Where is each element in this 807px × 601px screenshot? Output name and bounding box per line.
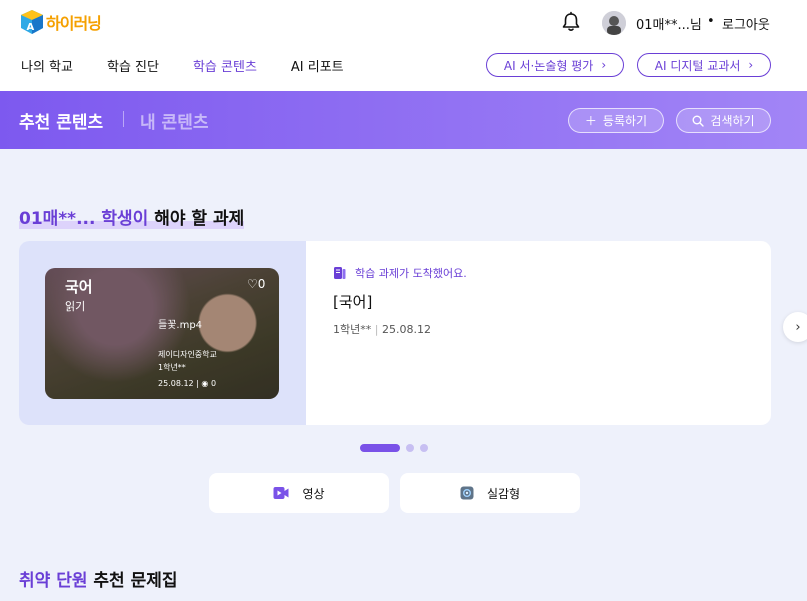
search-label: 검색하기 (710, 114, 755, 128)
video-type-label: 영상 (302, 486, 325, 501)
nav-diagnosis[interactable]: 학습 진단 (107, 56, 159, 75)
thumb-subtopic: 읽기 (65, 300, 86, 313)
search-icon (692, 115, 705, 127)
logo-icon: A (21, 10, 43, 34)
divider (123, 111, 124, 127)
task-meta: 1학년** | 25.08.12 (333, 323, 431, 336)
task-title[interactable]: [국어] (333, 291, 372, 312)
nav-contents[interactable]: 학습 콘텐츠 (193, 56, 257, 75)
weak-unit-highlight: 취약 단원 (19, 571, 88, 591)
eye-icon: ◉ (201, 379, 209, 388)
like-count: 0 (257, 277, 266, 291)
assignment-section-title: 01매**... 학생이 해야 할 과제 (19, 204, 245, 229)
logout-link[interactable]: 로그아웃 (722, 14, 770, 33)
heart-icon: ♡ (247, 277, 258, 291)
register-button[interactable]: ＋ 등록하기 (568, 108, 664, 133)
register-label: 등록하기 (602, 114, 648, 128)
immersive-icon (460, 486, 474, 500)
weak-unit-section-title: 취약 단원 추천 문제집 (19, 566, 178, 591)
chevron-right-icon: › (748, 58, 754, 72)
chevron-right-icon: › (795, 319, 801, 335)
contents-band: 추천 콘텐츠 내 콘텐츠 ＋ 등록하기 검색하기 (0, 91, 807, 149)
assignment-notice: 학습 과제가 도착했어요. (333, 265, 467, 281)
task-date: 25.08.12 (381, 323, 431, 336)
student-name-highlight: 01매**... 학생이 (19, 209, 149, 229)
carousel-next-button[interactable]: › (783, 312, 807, 342)
separator: • (707, 14, 715, 29)
view-count: 0 (210, 379, 217, 388)
ai-essay-label: AI 서·논술형 평가 (503, 58, 594, 73)
thumb-date: 25.08.12 (158, 379, 194, 388)
logo-text: 하이러닝 (46, 14, 102, 33)
carousel-dot[interactable] (406, 444, 414, 452)
assignment-card[interactable]: 국어 읽기 ♡0 들꽃.mp4 제이디자인중학교 1학년** 25.08.12 … (19, 241, 771, 425)
ai-textbook-button[interactable]: AI 디지털 교과서 › (637, 53, 771, 77)
carousel-indicator (360, 444, 434, 452)
nav-my-school[interactable]: 나의 학교 (21, 56, 73, 75)
assignment-thumb-panel: 국어 읽기 ♡0 들꽃.mp4 제이디자인중학교 1학년** 25.08.12 … (19, 241, 306, 425)
user-name: 01매**...님 (636, 18, 702, 33)
search-button[interactable]: 검색하기 (676, 108, 771, 133)
main-nav: 나의 학교 학습 진단 학습 콘텐츠 AI 리포트 (21, 56, 378, 75)
tab-recommended[interactable]: 추천 콘텐츠 (19, 108, 103, 133)
chevron-right-icon: › (601, 58, 607, 72)
carousel-dot[interactable] (420, 444, 428, 452)
video-icon (273, 487, 289, 499)
weak-unit-rest: 추천 문제집 (93, 571, 178, 591)
thumb-grade: 1학년** (158, 363, 186, 372)
ai-essay-button[interactable]: AI 서·논술형 평가 › (486, 53, 624, 77)
user-photo-icon (602, 11, 626, 35)
section-title-rest: 해야 할 과제 (154, 209, 245, 229)
thumb-filename: 들꽃.mp4 (158, 320, 203, 331)
top-header: A 하이러닝 01매**...님 • 로그아웃 나의 학교 학습 진단 학습 콘… (0, 0, 807, 91)
plus-icon: ＋ (584, 114, 597, 128)
logo[interactable]: A 하이러닝 (20, 9, 102, 35)
nav-ai-report[interactable]: AI 리포트 (291, 56, 344, 75)
svg-text:A: A (27, 22, 35, 33)
thumb-subject: 국어 (65, 278, 93, 296)
carousel-dot[interactable] (360, 444, 400, 452)
ai-textbook-label: AI 디지털 교과서 (654, 58, 741, 73)
thumb-school: 제이디자인중학교 (158, 350, 217, 359)
book-icon (334, 267, 346, 279)
avatar[interactable] (602, 11, 626, 35)
like-counter[interactable]: ♡0 (247, 277, 265, 291)
immersive-type-button[interactable]: 실감형 (400, 473, 580, 513)
video-type-button[interactable]: 영상 (209, 473, 389, 513)
task-grade: 1학년** (333, 323, 372, 336)
content-thumbnail[interactable]: 국어 읽기 ♡0 들꽃.mp4 제이디자인중학교 1학년** 25.08.12 … (45, 268, 279, 399)
immersive-type-label: 실감형 (486, 486, 521, 501)
bell-icon[interactable] (560, 11, 582, 33)
tab-my-contents[interactable]: 내 콘텐츠 (140, 108, 208, 133)
thumb-meta: 25.08.12 | ◉ 0 (158, 379, 217, 388)
notice-text: 학습 과제가 도착했어요. (355, 267, 467, 280)
